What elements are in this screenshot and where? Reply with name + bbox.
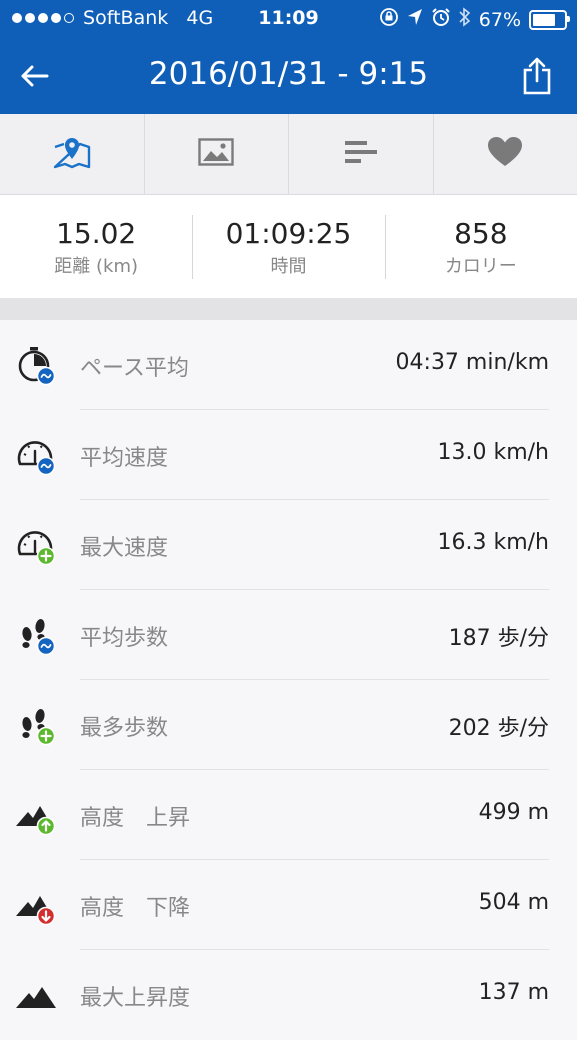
stat-row-max-cadence: 最多歩数 202 歩/分 [0,680,577,770]
stat-value: 499 m [479,800,549,825]
image-icon [198,138,234,170]
stat-row-average-cadence: 平均歩数 187 歩/分 [0,590,577,680]
stat-label: 最多歩数 [80,710,168,742]
summary-value: 858 [385,217,577,250]
mountain-icon [14,972,60,1018]
speedometer-average-icon [14,432,60,478]
stats-list: ペース平均 04:37 min/km 平均速度 13.0 km/h [0,320,577,1040]
stat-label: 高度 下降 [80,890,190,922]
summary-label: カロリー [385,252,577,278]
stat-label: 平均歩数 [80,620,168,652]
bluetooth-icon [459,7,471,32]
stat-row-average-speed: 平均速度 13.0 km/h [0,410,577,500]
summary-value: 01:09:25 [192,217,384,250]
stat-value: 504 m [479,890,549,915]
summary-calories: 858 カロリー [385,195,577,298]
location-arrow-icon [407,8,423,31]
stat-value: 202 歩/分 [449,710,549,742]
stat-label: 平均速度 [80,440,168,472]
stat-value: 187 歩/分 [449,620,549,652]
battery-percent: 67% [479,9,521,31]
tab-bar [0,114,577,195]
summary-time: 01:09:25 時間 [192,195,384,298]
heart-icon [487,136,523,172]
stat-label: 最大速度 [80,530,168,562]
stopwatch-average-icon [14,342,60,388]
stat-label: 最大上昇度 [80,980,190,1012]
summary-label: 距離 (km) [0,252,192,278]
mountain-ascent-icon [14,792,60,838]
summary-label: 時間 [192,252,384,278]
summary-distance: 15.02 距離 (km) [0,195,192,298]
footsteps-average-icon [14,612,60,658]
stat-value: 16.3 km/h [437,530,549,555]
status-bar: SoftBank 4G 11:09 67% [0,0,577,38]
summary-panel: 15.02 距離 (km) 01:09:25 時間 858 カロリー [0,195,577,298]
orientation-lock-icon [379,7,399,32]
navigation-bar: 2016/01/31 - 9:15 [0,38,577,114]
stat-value: 04:37 min/km [396,350,549,375]
alarm-icon [431,7,451,32]
stat-value: 13.0 km/h [437,440,549,465]
share-icon[interactable] [515,52,559,100]
stat-row-average-pace: ペース平均 04:37 min/km [0,320,577,410]
page-title: 2016/01/31 - 9:15 [0,56,577,92]
stat-row-elevation-loss: 高度 下降 504 m [0,860,577,950]
stat-value: 137 m [479,980,549,1005]
tab-photos[interactable] [145,114,290,194]
stat-label: ペース平均 [80,350,189,382]
tab-heart[interactable] [434,114,577,194]
footsteps-max-icon [14,702,60,748]
section-divider [0,298,577,320]
battery-icon [529,10,567,30]
top-bar: SoftBank 4G 11:09 67% 2016/01/31 - 9:15 [0,0,577,114]
tab-splits[interactable] [289,114,434,194]
speedometer-max-icon [14,522,60,568]
tab-map[interactable] [0,114,145,194]
stat-row-elevation-gain: 高度 上昇 499 m [0,770,577,860]
mountain-descent-icon [14,882,60,928]
stat-row-max-speed: 最大速度 16.3 km/h [0,500,577,590]
stat-row-max-elevation-gain: 最大上昇度 137 m [0,950,577,1040]
bar-list-icon [343,138,379,170]
stat-label: 高度 上昇 [80,800,190,832]
summary-value: 15.02 [0,217,192,250]
map-pin-icon [52,135,92,173]
